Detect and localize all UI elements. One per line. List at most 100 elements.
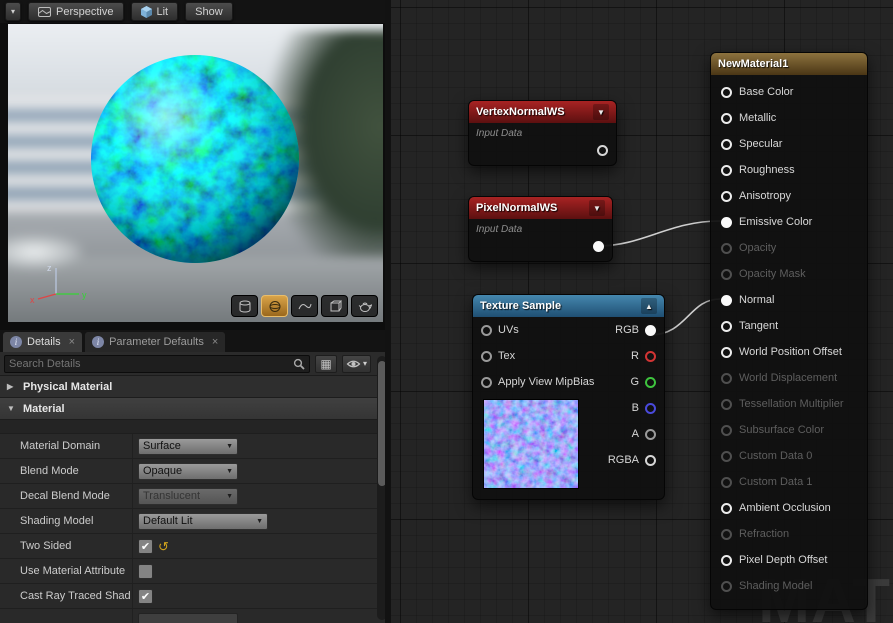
refraction-pin[interactable] <box>721 528 732 540</box>
base-color-pin[interactable] <box>721 86 732 98</box>
partial-dropdown[interactable] <box>138 612 238 623</box>
preview-mesh-plane-button[interactable] <box>291 295 318 317</box>
tangent-pin[interactable] <box>721 320 732 332</box>
wire-pixelnormal-to-emissive[interactable] <box>597 220 721 247</box>
node-vertexnormalws-header[interactable]: VertexNormalWS ▼ <box>469 101 616 123</box>
cast-ray-traced-shadows-checkbox[interactable]: ✔ <box>138 588 153 604</box>
node-title: NewMaterial1 <box>718 58 789 70</box>
preview-viewport-panel: ▾ Perspective Lit Show z x y <box>0 0 391 330</box>
output-label: G <box>630 376 639 388</box>
pin-row-anisotropy: Anisotropy <box>711 183 867 209</box>
panel-splitter[interactable] <box>385 0 391 623</box>
node-pixelnormalws-header[interactable]: PixelNormalWS ▼ <box>469 197 612 219</box>
normal-pin[interactable] <box>721 294 732 306</box>
pin-label: Shading Model <box>739 580 813 592</box>
show-button[interactable]: Show <box>185 2 233 21</box>
node-newmaterial1[interactable]: NewMaterial1 Base Color Metallic Specula… <box>710 52 868 610</box>
a-output-pin[interactable] <box>645 428 656 440</box>
pin-label: Metallic <box>739 112 777 124</box>
details-tabbar: i Details × i Parameter Defaults × <box>0 330 391 352</box>
reset-to-default-icon[interactable]: ↺ <box>158 540 169 553</box>
material-domain-label: Material Domain <box>0 434 133 458</box>
world-position-offset-pin[interactable] <box>721 346 732 358</box>
property-row-blend-mode: Blend Mode Opaque ▼ <box>0 459 391 484</box>
roughness-pin[interactable] <box>721 164 732 176</box>
material-graph-canvas[interactable]: MAT VertexNormalWS ▼ Input Data PixelNor… <box>391 0 893 623</box>
decal-blend-mode-label: Decal Blend Mode <box>0 484 133 508</box>
collapse-icon[interactable]: ▲ <box>641 298 657 314</box>
texture-preview-thumbnail[interactable] <box>483 399 579 489</box>
world-displacement-pin[interactable] <box>721 372 732 384</box>
node-texture-sample[interactable]: Texture Sample ▲ UVs Tex Apply View MipB… <box>472 294 665 500</box>
emissive-color-pin[interactable] <box>721 216 732 228</box>
node-options-icon[interactable]: ▼ <box>589 200 605 216</box>
use-material-attribute-checkbox[interactable] <box>138 563 153 579</box>
metallic-pin[interactable] <box>721 112 732 124</box>
output-row-g: G <box>630 369 656 395</box>
node-options-icon[interactable]: ▼ <box>593 104 609 120</box>
b-output-pin[interactable] <box>645 402 656 414</box>
close-icon[interactable]: × <box>69 336 75 348</box>
pin-label: Normal <box>739 294 775 306</box>
pin-row-custom-data-0: Custom Data 0 <box>711 443 867 469</box>
tex-input-pin[interactable] <box>481 350 492 362</box>
preview-mesh-cylinder-button[interactable] <box>231 295 258 317</box>
preview-sphere[interactable] <box>90 54 300 264</box>
subsurface-color-pin[interactable] <box>721 424 732 436</box>
specular-pin[interactable] <box>721 138 732 150</box>
pin-row-tessellation-multiplier: Tessellation Multiplier <box>711 391 867 417</box>
preview-mesh-cube-button[interactable] <box>321 295 348 317</box>
perspective-button[interactable]: Perspective <box>28 2 124 21</box>
material-preview-area[interactable]: z x y <box>8 24 383 322</box>
expand-right-icon: ▶ <box>7 382 14 391</box>
uvs-input-pin[interactable] <box>481 324 492 336</box>
opacity-pin[interactable] <box>721 242 732 254</box>
output-label: RGB <box>615 324 639 336</box>
rgba-output-pin[interactable] <box>645 454 656 466</box>
pixel-depth-offset-pin[interactable] <box>721 554 732 566</box>
close-icon[interactable]: × <box>212 336 218 348</box>
shading-model-dropdown[interactable]: Default Lit ▼ <box>138 512 268 530</box>
property-row-partial <box>0 609 391 623</box>
node-newmaterial1-header[interactable]: NewMaterial1 <box>711 53 867 75</box>
blend-mode-dropdown[interactable]: Opaque ▼ <box>138 462 238 480</box>
property-row-decal-blend-mode: Decal Blend Mode Translucent ▼ <box>0 484 391 509</box>
ambient-occlusion-pin[interactable] <box>721 502 732 514</box>
node-pixelnormalws[interactable]: PixelNormalWS ▼ Input Data <box>468 196 613 262</box>
pin-row-normal: Normal <box>711 287 867 313</box>
rgb-output-pin[interactable] <box>645 324 656 336</box>
tab-parameter-defaults[interactable]: i Parameter Defaults × <box>85 332 226 352</box>
opacity-mask-pin[interactable] <box>721 268 732 280</box>
lit-button[interactable]: Lit <box>130 2 179 21</box>
node-vertexnormalws[interactable]: VertexNormalWS ▼ Input Data <box>468 100 617 166</box>
section-physical-material[interactable]: ▶ Physical Material <box>0 376 391 398</box>
material-domain-dropdown[interactable]: Surface ▼ <box>138 437 238 455</box>
property-row-material-domain: Material Domain Surface ▼ <box>0 434 391 459</box>
vertexnormalws-output-pin[interactable] <box>597 145 608 156</box>
two-sided-checkbox[interactable]: ✔ <box>138 538 153 554</box>
custom-data-0-pin[interactable] <box>721 450 732 462</box>
property-row-cast-ray-traced-shadows: Cast Ray Traced Shad ✔ <box>0 584 391 609</box>
anisotropy-pin[interactable] <box>721 190 732 202</box>
output-label: B <box>631 402 639 414</box>
cylinder-icon <box>239 300 250 312</box>
view-options-button[interactable]: ▾ <box>342 354 372 373</box>
cube-icon <box>330 300 342 311</box>
node-texture-sample-header[interactable]: Texture Sample ▲ <box>473 295 664 317</box>
property-matrix-button[interactable]: ▦ <box>315 354 337 373</box>
section-physical-material-label: Physical Material <box>23 380 113 393</box>
tab-details[interactable]: i Details × <box>3 332 83 352</box>
viewport-options-button[interactable]: ▾ <box>5 2 22 21</box>
preview-mesh-teapot-button[interactable] <box>351 295 378 317</box>
preview-mesh-sphere-button[interactable] <box>261 295 288 317</box>
section-material[interactable]: ▼ Material <box>0 398 391 420</box>
pin-row-emissive-color: Emissive Color <box>711 209 867 235</box>
g-output-pin[interactable] <box>645 376 656 388</box>
shading-model-pin[interactable] <box>721 580 732 592</box>
pixelnormalws-output-pin[interactable] <box>593 241 604 252</box>
search-input[interactable] <box>9 357 293 370</box>
custom-data-1-pin[interactable] <box>721 476 732 488</box>
apply-view-mipbias-input-pin[interactable] <box>481 376 492 388</box>
tessellation-multiplier-pin[interactable] <box>721 398 732 410</box>
r-output-pin[interactable] <box>645 350 656 362</box>
